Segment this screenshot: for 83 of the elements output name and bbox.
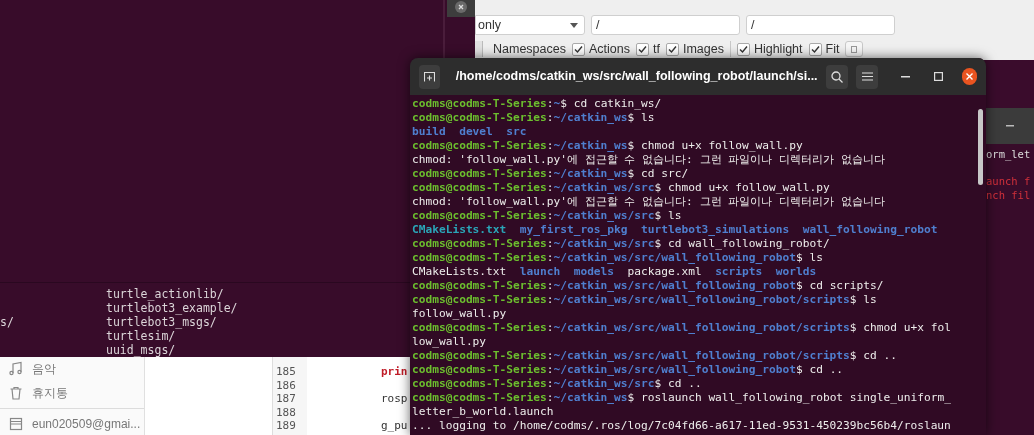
line-number: 189	[275, 419, 297, 433]
terminal-line: codms@codms-T-Series:~/catkin_ws/src/wall_following_robot/scripts$ chmod u+x fol	[412, 321, 951, 335]
checkbox-label: Highlight	[753, 40, 803, 58]
checkbox[interactable]	[665, 42, 679, 56]
new-tab-button[interactable]	[419, 64, 440, 89]
terminal-text: aunch f	[986, 175, 1032, 189]
line-number: 187	[275, 392, 297, 406]
checkbox-label: Namespaces	[493, 40, 566, 58]
scrollbar-thumb[interactable]	[978, 109, 983, 185]
minimize-icon	[901, 75, 911, 78]
checkbox[interactable]	[808, 42, 822, 56]
window-title: /home/codms/catkin_ws/src/wall_following_robot/launch/si...	[455, 68, 818, 86]
menu-icon	[861, 72, 873, 81]
sidebar-item[interactable]: 휴지통	[0, 381, 144, 405]
music-note-icon	[8, 361, 24, 377]
code-text: g_pu	[381, 419, 408, 433]
text-field[interactable]: /	[746, 15, 895, 35]
terminal-text: turtlebot3_example/	[106, 301, 238, 315]
filter-dropdown[interactable]: only	[475, 15, 585, 35]
small-button[interactable]	[845, 41, 864, 57]
drive-icon	[8, 416, 24, 432]
terminal-text: uuid_msgs/	[106, 343, 176, 357]
terminal-text: s/	[0, 315, 14, 329]
checkbox[interactable]	[635, 42, 649, 56]
search-button[interactable]	[825, 64, 848, 89]
close-button[interactable]	[962, 68, 977, 85]
checkmark-icon	[637, 44, 647, 54]
checkbox-label: Images	[682, 40, 724, 58]
line-number: 185	[275, 365, 297, 379]
terminal-line: codms@codms-T-Series:~/catkin_ws/src$ ls	[412, 209, 682, 223]
checkmark-icon	[810, 44, 820, 54]
terminal-line: build devel src	[412, 125, 527, 139]
terminal-line: codms@codms-T-Series:~/catkin_ws/src$ cd ..	[412, 377, 702, 391]
terminal-line: codms@codms-T-Series:~/catkin_ws$ ls	[412, 111, 655, 125]
maximize-icon	[934, 72, 944, 81]
checkmark-icon	[573, 44, 583, 54]
checkbox[interactable]	[736, 42, 750, 56]
terminal-text: turtle_actionlib/	[106, 287, 224, 301]
terminal-line: ... logging to /home/codms/.ros/log/7c04fd66-a617-11ed-9531-450239bc56b4/roslaun	[412, 419, 951, 433]
terminal-text: nch fil	[986, 188, 1032, 202]
terminal-line: letter_b_world.launch	[412, 405, 554, 419]
terminal-text: orm_let	[986, 148, 1032, 162]
sidebar-item[interactable]: eun020509@gmai...	[0, 412, 144, 435]
line-number: 186	[275, 378, 297, 392]
terminal-line: codms@codms-T-Series:~/catkin_ws$ chmod u+x follow_wall.py	[412, 139, 803, 153]
code-text: rosp	[381, 392, 408, 406]
terminal-line: CMakeLists.txt my_first_ros_pkg turtlebot3_simulations wall_following_robot	[412, 223, 938, 237]
terminal-text: turtlebot3_msgs/	[106, 315, 217, 329]
close-icon	[966, 73, 974, 80]
close-icon	[455, 1, 467, 13]
terminal-line: chmod: 'follow_wall.py'에 접근할 수 없습니다: 그런 파일이나 디렉터리가 없습니다	[412, 153, 885, 167]
terminal-line: codms@codms-T-Series:~/catkin_ws$ roslaunch wall_following_robot single_uniform_	[412, 391, 951, 405]
terminal-line: codms@codms-T-Series:~/catkin_ws/src/wall_following_robot$ cd ..	[412, 363, 844, 377]
terminal-line: codms@codms-T-Series:~/catkin_ws/src/wall_following_robot/scripts$ ls	[412, 293, 877, 307]
menu-button[interactable]	[856, 64, 879, 89]
sidebar-item[interactable]: 음악	[0, 357, 144, 381]
terminal-line: codms@codms-T-Series:~/catkin_ws/src$ chmod u+x follow_wall.py	[412, 181, 830, 195]
new-tab-icon	[423, 71, 435, 82]
terminal-text: turtlesim/	[106, 329, 176, 343]
terminal-line: codms@codms-T-Series:~/catkin_ws$ cd src/	[412, 167, 689, 181]
terminal-line: codms@codms-T-Series:~$ cd catkin_ws/	[412, 97, 662, 111]
minimize-icon	[1006, 125, 1014, 127]
checkbox-label: Fit	[825, 40, 840, 58]
text-field[interactable]: /	[591, 15, 740, 35]
square-icon	[851, 45, 858, 53]
terminal-line: codms@codms-T-Series:~/catkin_ws/src$ cd wall_following_robot/	[412, 237, 830, 251]
line-number: 188	[275, 405, 297, 419]
search-icon	[830, 70, 843, 83]
code-text: prin	[381, 365, 408, 379]
checkmark-icon	[738, 44, 748, 54]
terminal-line: CMakeLists.txt launch models package.xml scripts worlds	[412, 265, 817, 279]
terminal-line: codms@codms-T-Series:~/catkin_ws/src/wall_following_robot$ ls	[412, 251, 823, 265]
trash-icon	[8, 385, 24, 401]
terminal-line: chmod: 'follow_wall.py'에 접근할 수 없습니다: 그런 파일이나 디렉터리가 없습니다	[412, 195, 885, 209]
terminal-line: codms@codms-T-Series:~/catkin_ws/src/wall_following_robot/scripts$ cd ..	[412, 349, 897, 363]
terminal-line: follow_wall.py	[412, 307, 507, 321]
checkbox-label: Actions	[588, 40, 630, 58]
terminal-line: low_wall.py	[412, 335, 487, 349]
checkbox-label: tf	[652, 40, 660, 58]
checkmark-icon	[667, 44, 677, 54]
caret-icon	[570, 22, 578, 28]
terminal-line: codms@codms-T-Series:~/catkin_ws/src/wall_following_robot$ cd scripts/	[412, 279, 884, 293]
checkbox[interactable]	[571, 42, 585, 56]
